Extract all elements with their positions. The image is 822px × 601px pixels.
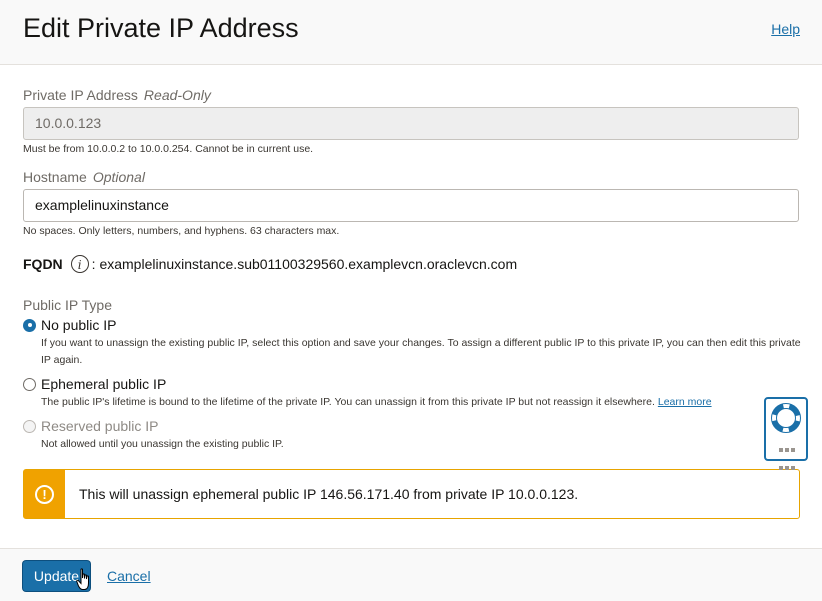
page-title: Edit Private IP Address [23,13,299,43]
radio-reserved-description: Not allowed until you unassign the exist… [41,438,284,450]
radio-no-public-ip-description: If you want to unassign the existing pub… [41,337,801,366]
hostname-input[interactable]: examplelinuxinstance [23,189,799,222]
hostname-label: Hostname Optional [23,169,145,185]
info-icon[interactable]: i [70,255,89,273]
radio-no-public-ip[interactable]: No public IP [23,317,116,333]
radio-ephemeral-public-ip[interactable]: Ephemeral public IP [23,376,166,392]
exclamation-circle-icon: ! [35,484,54,504]
radio-reserved-label: Reserved public IP [41,418,159,434]
radio-ephemeral-label[interactable]: Ephemeral public IP [41,376,166,392]
warning-icon-container: ! [24,470,65,518]
fqdn-row: FQDN i : examplelinuxinstance.sub0110032… [23,255,517,273]
private-ip-label-text: Private IP Address [23,87,138,103]
public-ip-type-label: Public IP Type [23,297,112,313]
panel-header: Edit Private IP Address Help [0,0,822,65]
fqdn-value: : examplelinuxinstance.sub01100329560.ex… [91,256,518,272]
radio-checked-icon[interactable] [23,318,36,332]
hostname-label-text: Hostname [23,169,87,185]
help-link[interactable]: Help [771,21,800,37]
private-ip-hint: Must be from 10.0.0.2 to 10.0.0.254. Can… [23,143,314,155]
lifebuoy-icon [771,403,801,433]
learn-more-link[interactable]: Learn more [658,396,712,408]
cancel-link[interactable]: Cancel [107,568,151,584]
radio-reserved-public-ip: Reserved public IP [23,418,159,434]
hand-cursor-icon [76,568,89,590]
radio-ephemeral-description: The public IP's lifetime is bound to the… [41,394,806,411]
hostname-label-note: Optional [92,169,145,185]
radio-ephemeral-description-text: The public IP's lifetime is bound to the… [41,396,655,408]
radio-unchecked-icon[interactable] [23,377,36,391]
warning-text: This will unassign ephemeral public IP 1… [79,486,579,502]
grip-dots-icon [778,440,796,476]
radio-no-public-ip-label[interactable]: No public IP [41,317,116,333]
hostname-hint: No spaces. Only letters, numbers, and hy… [23,225,340,237]
panel-footer: Update Cancel [0,548,822,601]
private-ip-label-note: Read-Only [143,87,211,103]
private-ip-label: Private IP Address Read-Only [23,87,211,103]
private-ip-field: 10.0.0.123 [23,107,799,140]
warning-banner: ! This will unassign ephemeral public IP… [23,469,800,519]
help-widget-button[interactable] [764,397,808,470]
fqdn-label: FQDN [23,256,63,272]
radio-disabled-icon [23,419,36,433]
